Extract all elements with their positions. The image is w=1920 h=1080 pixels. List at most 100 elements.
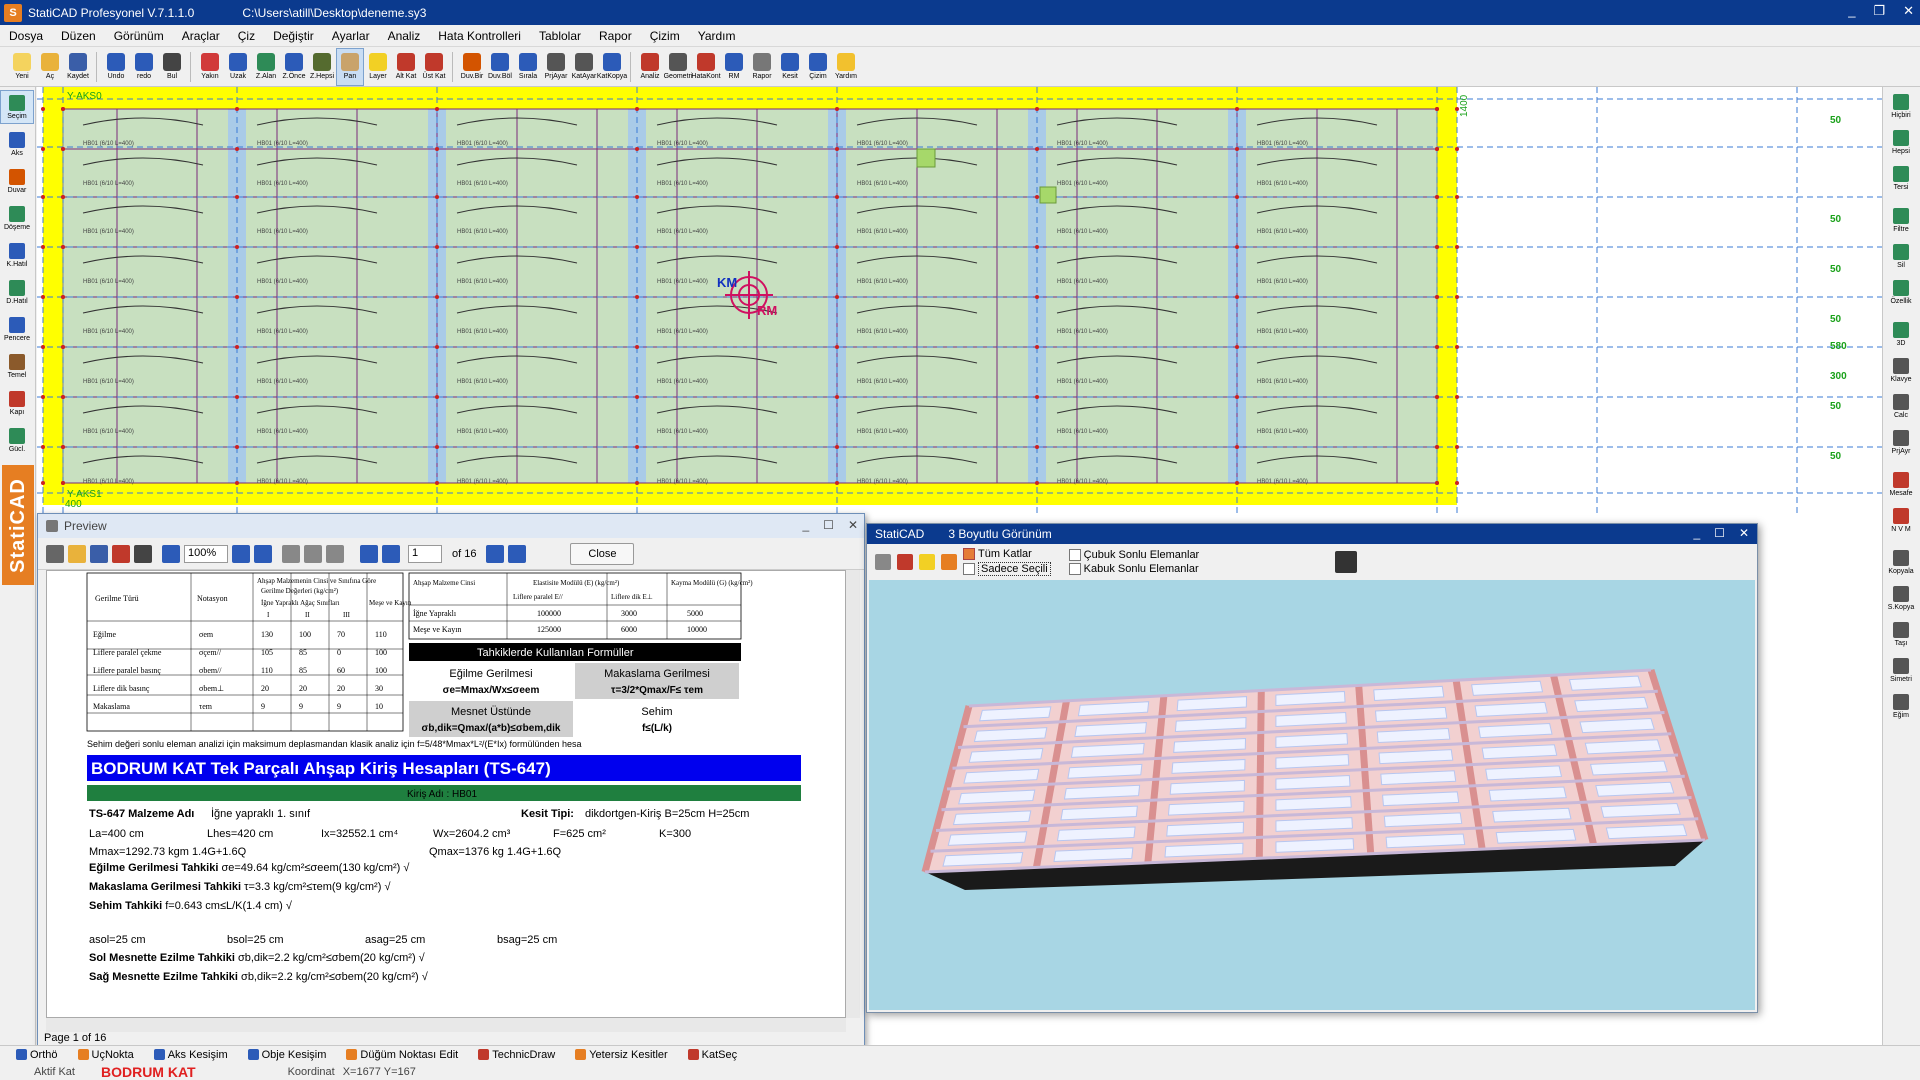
axes-icon[interactable] bbox=[875, 554, 891, 570]
right-tool-button[interactable]: Eğim bbox=[1883, 689, 1919, 723]
left-tool-button[interactable]: K.Hatıl bbox=[0, 238, 34, 272]
toolbar-button[interactable]: PrjAyar bbox=[542, 48, 570, 86]
first-page-icon[interactable] bbox=[360, 544, 378, 563]
toolbar-button[interactable]: HataKont bbox=[691, 48, 721, 86]
right-tool-button[interactable]: Sil bbox=[1883, 239, 1919, 273]
snap-toggle[interactable]: UçNokta bbox=[68, 1049, 144, 1061]
snap-toggle[interactable]: TechnicDraw bbox=[468, 1049, 565, 1061]
toolbar-button[interactable]: Duv.Böl bbox=[486, 48, 514, 86]
minimize-icon[interactable]: _ bbox=[1848, 3, 1855, 19]
pdf-export-icon[interactable] bbox=[112, 544, 130, 563]
toolbar-button[interactable]: Z.Önce bbox=[280, 48, 308, 86]
all-floors-checkbox[interactable]: Tüm Katlar bbox=[963, 548, 1051, 560]
close-button[interactable]: Close bbox=[570, 542, 635, 565]
section-view-icon[interactable] bbox=[897, 554, 913, 570]
toolbar-button[interactable]: Kaydet bbox=[64, 48, 92, 86]
restore-icon[interactable]: ❐ bbox=[1873, 3, 1885, 19]
toolbar-button[interactable]: Kesit bbox=[776, 48, 804, 86]
right-tool-button[interactable]: Klavye bbox=[1883, 353, 1919, 387]
left-tool-button[interactable]: Kapı bbox=[0, 386, 34, 420]
toolbar-button[interactable]: Undo bbox=[102, 48, 130, 86]
toolbar-button[interactable]: Layer bbox=[364, 48, 392, 86]
toolbar-button[interactable]: RM bbox=[720, 48, 748, 86]
menu-2[interactable]: Görünüm bbox=[105, 29, 173, 43]
toolbar-button[interactable]: Duv.Bir bbox=[458, 48, 486, 86]
toolbar-button[interactable]: Pan bbox=[336, 47, 364, 86]
left-tool-button[interactable]: Gücl. bbox=[0, 423, 34, 457]
preview-minimize-icon[interactable]: _ bbox=[802, 518, 809, 532]
zoom-select[interactable]: 100% bbox=[184, 544, 228, 563]
right-tool-button[interactable]: N V M bbox=[1883, 503, 1919, 537]
toolbar-button[interactable]: Üst Kat bbox=[420, 48, 448, 86]
right-tool-button[interactable]: Simetri bbox=[1883, 653, 1919, 687]
toolbar-button[interactable]: Çizim bbox=[804, 48, 832, 86]
preview-close-icon[interactable]: ✕ bbox=[848, 518, 858, 532]
toolbar-button[interactable]: Analiz bbox=[636, 48, 664, 86]
preview-horizontal-scrollbar[interactable] bbox=[46, 1018, 846, 1032]
menu-6[interactable]: Ayarlar bbox=[323, 29, 379, 43]
right-tool-button[interactable]: Taşı bbox=[1883, 617, 1919, 651]
right-tool-button[interactable]: Tersi bbox=[1883, 161, 1919, 195]
toolbar-button[interactable]: Z.Alan bbox=[252, 48, 280, 86]
3d-model-svg[interactable] bbox=[869, 580, 1755, 1010]
right-tool-button[interactable]: Kopyala bbox=[1883, 545, 1919, 579]
open-icon[interactable] bbox=[68, 544, 86, 563]
toolbar-button[interactable]: Yeni bbox=[8, 48, 36, 86]
right-tool-button[interactable]: Filtre bbox=[1883, 203, 1919, 237]
toolbar-button[interactable]: Aç bbox=[36, 48, 64, 86]
toolbar-button[interactable]: Alt Kat bbox=[392, 48, 420, 86]
menu-7[interactable]: Analiz bbox=[379, 29, 430, 43]
menu-11[interactable]: Çizim bbox=[641, 29, 689, 43]
toolbar-button[interactable]: Yakın bbox=[196, 48, 224, 86]
left-tool-button[interactable]: Aks bbox=[0, 127, 34, 161]
prev-page-icon[interactable] bbox=[382, 544, 400, 563]
toolbar-button[interactable]: Yardım bbox=[832, 48, 860, 86]
right-tool-button[interactable]: Hiçbiri bbox=[1883, 89, 1919, 123]
render-icon[interactable] bbox=[1335, 551, 1358, 573]
3d-maximize-icon[interactable]: ☐ bbox=[1714, 526, 1725, 540]
save-icon[interactable] bbox=[90, 544, 108, 563]
selected-only-checkbox[interactable]: Sadece Seçili bbox=[963, 562, 1051, 576]
left-tool-button[interactable]: D.Hatıl bbox=[0, 275, 34, 309]
layer-bulb-icon[interactable] bbox=[919, 554, 935, 570]
page-number-input[interactable]: 1 bbox=[408, 544, 442, 563]
snap-toggle[interactable]: Orthö bbox=[6, 1049, 68, 1061]
right-tool-button[interactable]: 3D bbox=[1883, 317, 1919, 351]
snap-toggle[interactable]: Yetersiz Kesitler bbox=[565, 1049, 677, 1061]
menu-0[interactable]: Dosya bbox=[0, 29, 52, 43]
3d-close-icon[interactable]: ✕ bbox=[1739, 526, 1749, 540]
menu-3[interactable]: Araçlar bbox=[173, 29, 229, 43]
next-page-icon[interactable] bbox=[486, 544, 505, 563]
preview-maximize-icon[interactable]: ☐ bbox=[823, 518, 834, 532]
toolbar-button[interactable]: Uzak bbox=[224, 48, 252, 86]
snap-toggle[interactable]: Obje Kesişim bbox=[238, 1049, 337, 1061]
left-tool-button[interactable]: Temel bbox=[0, 349, 34, 383]
toolbar-button[interactable]: Bul bbox=[158, 48, 186, 86]
zoom-out-icon[interactable] bbox=[232, 544, 250, 563]
menu-12[interactable]: Yardım bbox=[689, 29, 745, 43]
right-tool-button[interactable]: S.Kopya bbox=[1883, 581, 1919, 615]
snap-toggle[interactable]: Aks Kesişim bbox=[144, 1049, 238, 1061]
toolbar-button[interactable]: Z.Hepsi bbox=[308, 48, 336, 86]
shell-fe-checkbox[interactable]: Kabuk Sonlu Elemanlar bbox=[1068, 563, 1200, 575]
menu-10[interactable]: Rapor bbox=[590, 29, 641, 43]
toolbar-button[interactable]: Geometri bbox=[664, 48, 692, 86]
toolbar-button[interactable]: KatAyar bbox=[570, 48, 598, 86]
find-icon[interactable] bbox=[134, 544, 152, 563]
3d-minimize-icon[interactable]: _ bbox=[1693, 526, 1700, 540]
active-floor-value[interactable]: BODRUM KAT bbox=[101, 1064, 196, 1080]
right-tool-button[interactable]: Özellik bbox=[1883, 275, 1919, 309]
left-tool-button[interactable]: Seçim bbox=[0, 90, 34, 124]
right-tool-button[interactable]: Hepsi bbox=[1883, 125, 1919, 159]
menu-5[interactable]: Değiştir bbox=[264, 29, 323, 43]
preview-vertical-scrollbar[interactable] bbox=[846, 570, 860, 1018]
zoom-in-icon[interactable] bbox=[162, 544, 180, 563]
right-tool-button[interactable]: PrjAyr bbox=[1883, 425, 1919, 459]
right-tool-button[interactable]: Calc bbox=[1883, 389, 1919, 423]
page-setup-icon[interactable] bbox=[326, 544, 344, 563]
toolbar-button[interactable]: Sırala bbox=[514, 48, 542, 86]
close-icon[interactable]: ✕ bbox=[1903, 3, 1914, 19]
print-icon[interactable] bbox=[46, 544, 64, 563]
bar-fe-checkbox[interactable]: Çubuk Sonlu Elemanlar bbox=[1068, 549, 1199, 561]
menu-8[interactable]: Hata Kontrolleri bbox=[429, 29, 530, 43]
